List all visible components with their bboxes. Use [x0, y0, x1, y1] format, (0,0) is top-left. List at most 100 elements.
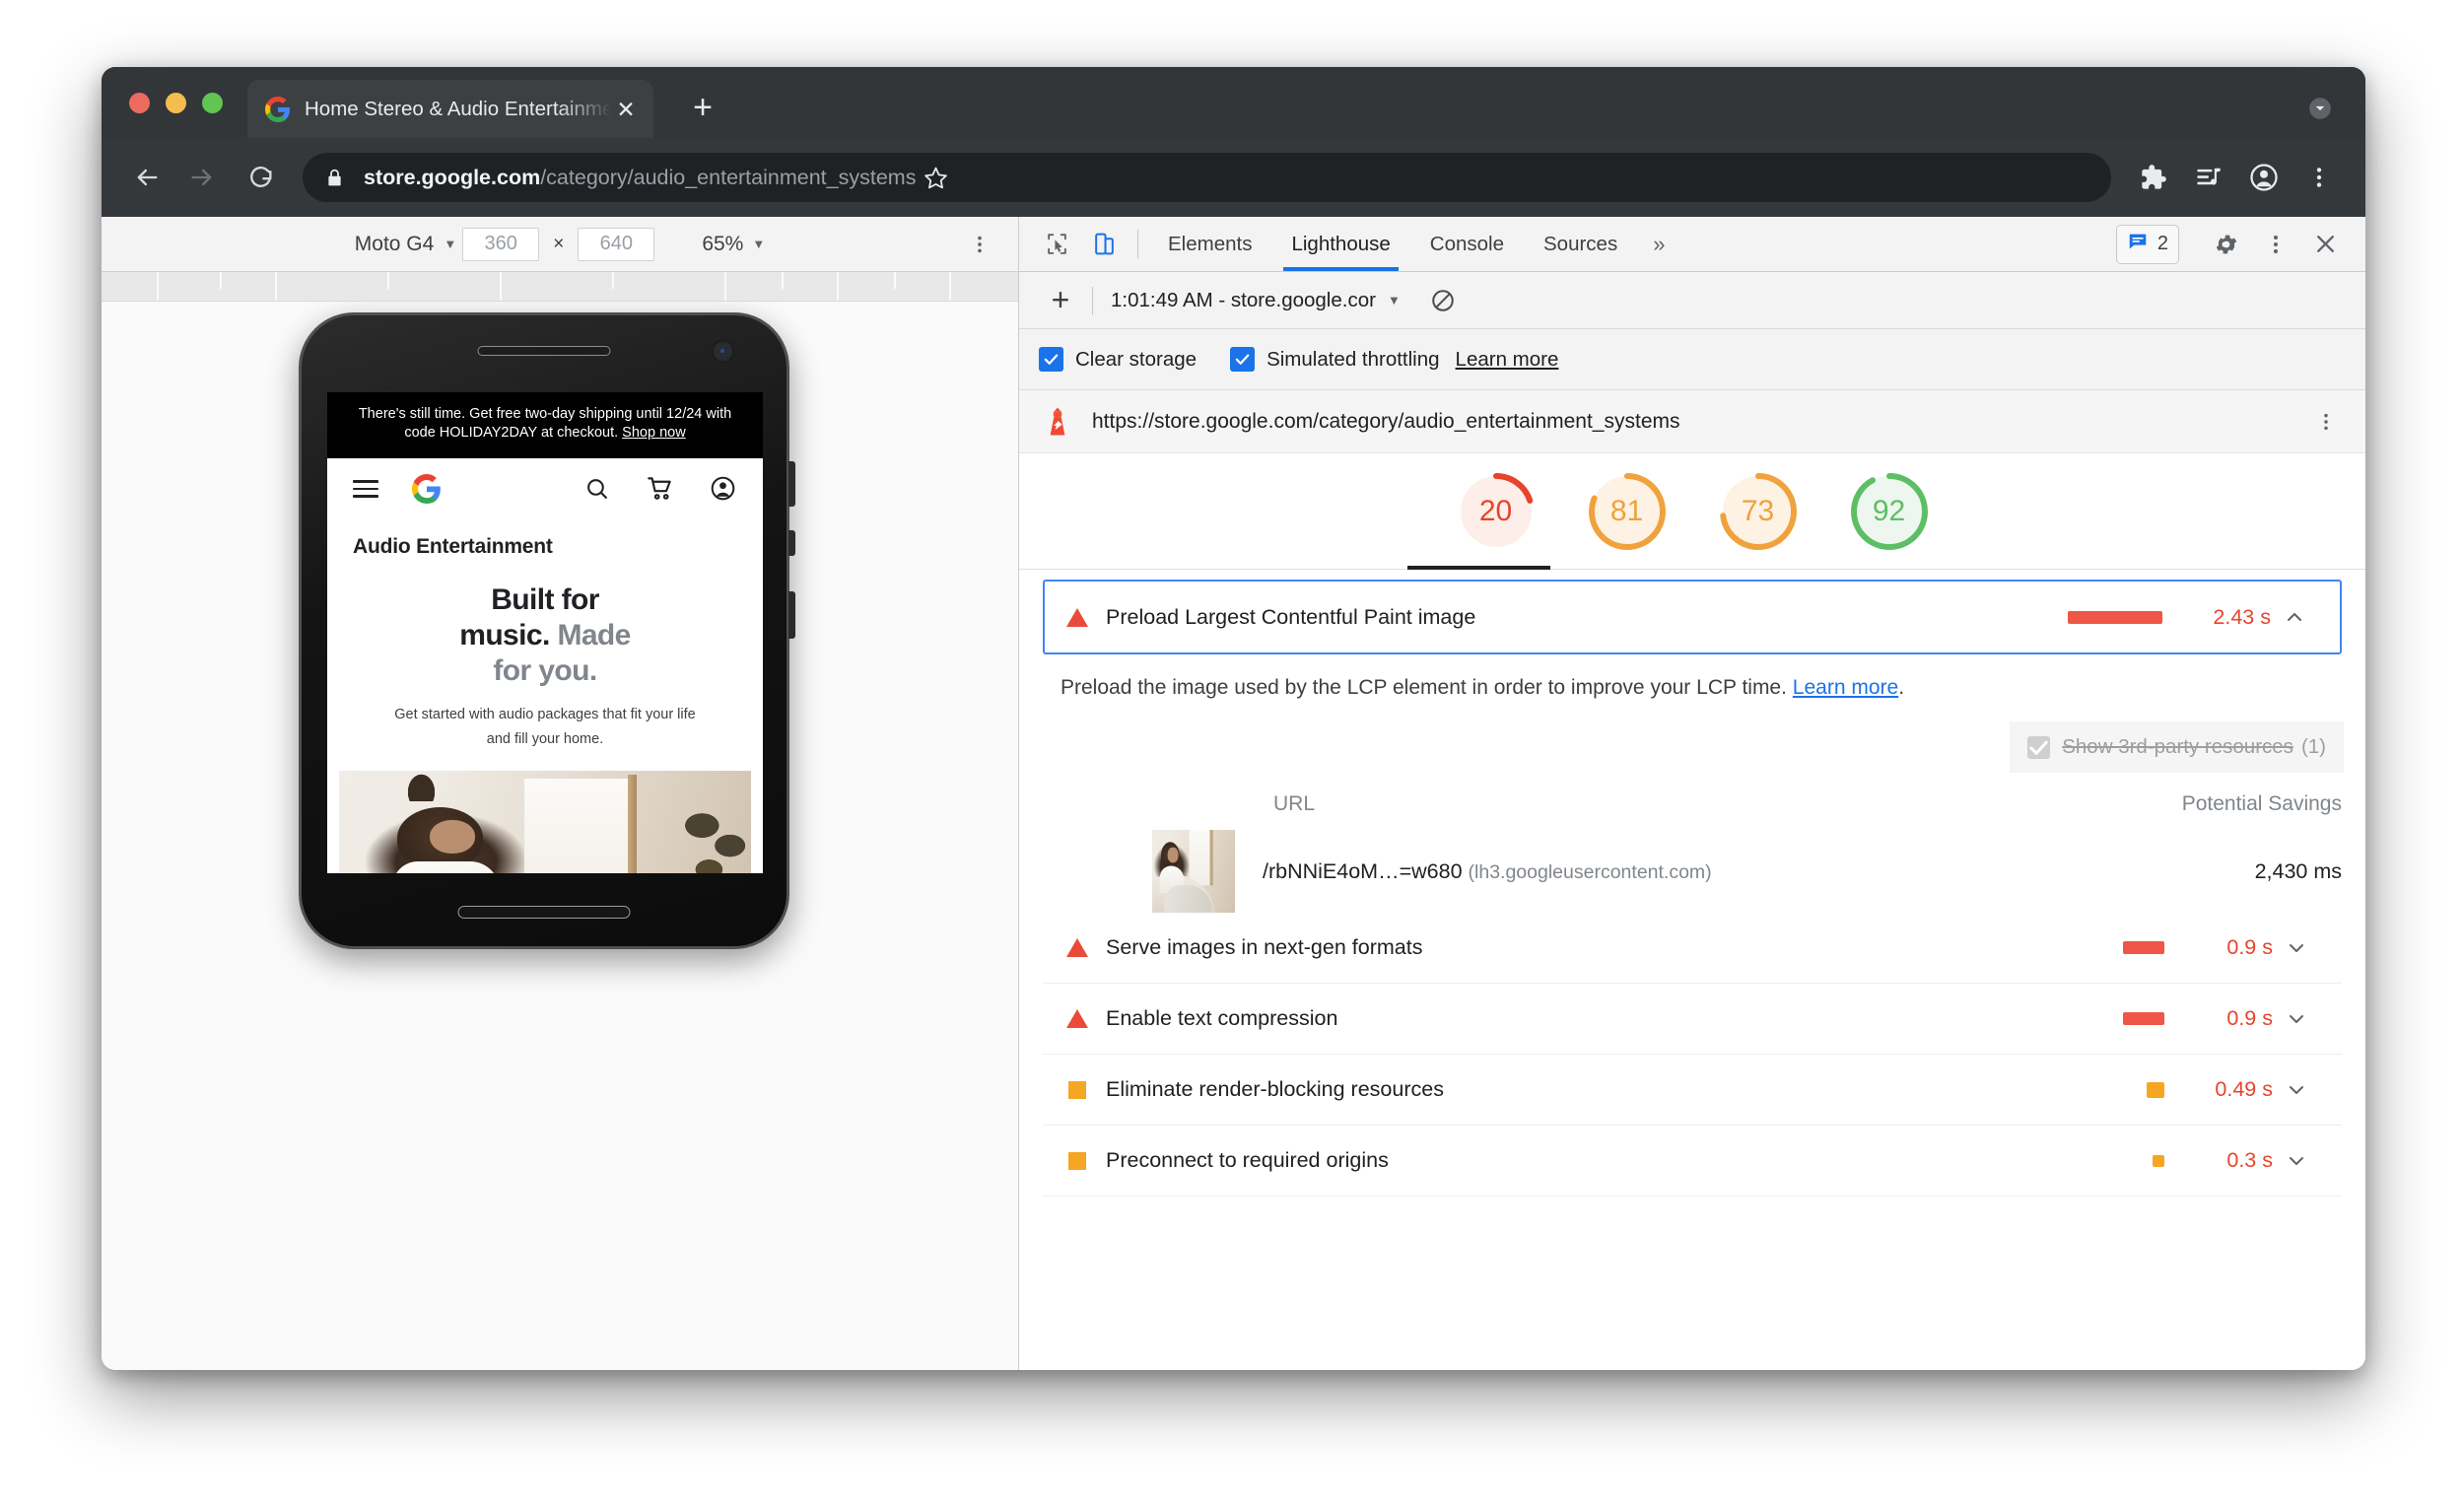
resource-url: /rbNNiE4oM…=w680 (lh3.googleusercontent.…: [1263, 859, 1712, 884]
clear-storage-checkbox[interactable]: [1039, 347, 1063, 372]
back-arrow-icon[interactable]: [125, 156, 169, 199]
audit-row[interactable]: Preconnect to required origins 0.3 s: [1043, 1126, 2342, 1197]
media-control-icon[interactable]: [2186, 155, 2231, 200]
audit-row-header[interactable]: Preload Largest Contentful Paint image 2…: [1045, 582, 2340, 652]
bookmark-star-icon[interactable]: [916, 166, 955, 190]
hero-subtext: Get started with audio packages that fit…: [394, 706, 696, 748]
audit-description-text: Preload the image used by the LCP elemen…: [1061, 676, 1793, 699]
gear-icon[interactable]: [2204, 222, 2249, 267]
audit-run-label: 1:01:49 AM - store.google.cor: [1111, 288, 1376, 311]
device-name: Moto G4: [354, 232, 435, 255]
clear-storage-option[interactable]: Clear storage: [1039, 347, 1197, 372]
promo-shop-now-link[interactable]: Shop now: [622, 425, 686, 441]
chevron-down-icon[interactable]: [2273, 1007, 2320, 1031]
hero-line-3: for you.: [493, 653, 597, 687]
maximize-window-button[interactable]: [202, 93, 223, 113]
hero-heading: Built for music. Made for you.: [327, 565, 763, 689]
chevron-down-icon[interactable]: [2273, 1078, 2320, 1102]
column-header-savings: Potential Savings: [2181, 792, 2342, 815]
reload-icon[interactable]: [240, 156, 283, 199]
forward-arrow-icon[interactable]: [180, 156, 224, 199]
clear-all-icon[interactable]: [1420, 278, 1466, 323]
tab-sources[interactable]: Sources: [1524, 217, 1637, 271]
close-tab-icon[interactable]: ✕: [612, 96, 640, 123]
simulated-throttling-checkbox[interactable]: [1230, 347, 1256, 372]
audit-list: Preload Largest Contentful Paint image 2…: [1019, 570, 2365, 1370]
score-gauge-accessibility[interactable]: 81: [1584, 468, 1671, 555]
more-vertical-icon[interactable]: [2253, 222, 2298, 267]
hero-line-2-strong: music.: [459, 618, 558, 651]
audit-impact-bar: [1987, 1081, 2164, 1098]
simulated-throttling-option[interactable]: Simulated throttling: [1230, 347, 1440, 372]
audit-metric: 0.3 s: [2226, 1148, 2273, 1172]
new-tab-button[interactable]: +: [683, 89, 722, 128]
profile-avatar-icon[interactable]: [2241, 155, 2287, 200]
audit-impact-bar: [1987, 1012, 2164, 1025]
table-row[interactable]: /rbNNiE4oM…=w680 (lh3.googleusercontent.…: [1019, 830, 2365, 913]
audit-row[interactable]: Enable text compression 0.9 s: [1043, 984, 2342, 1055]
third-party-toggle[interactable]: Show 3rd-party resources (1): [2010, 721, 2344, 773]
address-bar[interactable]: store.google.com/category/audio_entertai…: [303, 153, 2111, 202]
viewport-width-input[interactable]: 360: [462, 227, 540, 261]
close-icon[interactable]: [2302, 222, 2348, 267]
chevron-down-icon[interactable]: [2273, 1149, 2320, 1173]
audit-description: Preload the image used by the LCP elemen…: [1019, 654, 2365, 706]
score-gauge-performance[interactable]: 20: [1453, 468, 1540, 555]
shopping-cart-icon[interactable]: [645, 474, 674, 504]
chrome-menu-icon[interactable]: [2296, 155, 2342, 200]
browser-tab[interactable]: Home Stereo & Audio Entertainment ✕: [247, 80, 653, 138]
third-party-checkbox[interactable]: [2027, 735, 2051, 759]
account-circle-icon[interactable]: [708, 474, 737, 504]
device-emulation-pane: Moto G4 ▼ 360 × 640 65% ▼ There's still …: [102, 217, 1019, 1370]
inspect-element-icon[interactable]: [1033, 217, 1080, 271]
device-toolbar-icon[interactable]: [1080, 217, 1128, 271]
address-bar-url: store.google.com/category/audio_entertai…: [364, 166, 916, 190]
hero-line-2-dim: Made: [557, 618, 631, 651]
third-party-count: (1): [2300, 735, 2326, 758]
zoom-selector[interactable]: 65% ▼: [702, 233, 765, 256]
severity-average-icon: [1062, 1151, 1092, 1170]
issues-button[interactable]: 2: [2115, 224, 2179, 264]
emulated-viewport: There's still time. Get free two-day shi…: [102, 302, 1018, 1370]
severity-fail-icon: [1062, 938, 1092, 957]
audit-metric: 2.43 s: [2213, 604, 2271, 629]
audit-title: Preconnect to required origins: [1106, 1148, 1389, 1172]
close-window-button[interactable]: [129, 93, 150, 113]
search-icon[interactable]: [582, 474, 611, 504]
audit-run-selector[interactable]: 1:01:49 AM - store.google.cor ▼: [1111, 289, 1401, 312]
resource-savings: 2,430 ms: [2254, 858, 2342, 883]
chevron-up-icon[interactable]: [2271, 605, 2318, 629]
audit-row[interactable]: Eliminate render-blocking resources 0.49…: [1043, 1055, 2342, 1126]
tab-search-icon[interactable]: [2300, 89, 2340, 128]
hamburger-menu-icon[interactable]: [353, 475, 378, 503]
expanded-audit[interactable]: Preload Largest Contentful Paint image 2…: [1043, 580, 2342, 654]
viewport-height-input[interactable]: 640: [578, 227, 655, 261]
score-value: 81: [1609, 494, 1644, 527]
minimize-window-button[interactable]: [166, 93, 186, 113]
tab-elements[interactable]: Elements: [1148, 217, 1271, 271]
more-tabs-icon[interactable]: »: [1637, 217, 1680, 271]
new-audit-button[interactable]: +: [1039, 279, 1082, 322]
tab-console[interactable]: Console: [1410, 217, 1524, 271]
audit-title: Serve images in next-gen formats: [1106, 935, 1423, 959]
severity-fail-icon: [1062, 607, 1092, 627]
device-toolbar-menu-icon[interactable]: [963, 228, 996, 261]
audit-learn-more-link[interactable]: Learn more: [1793, 676, 1898, 699]
devtools-panel: Elements Lighthouse Console Sources » 2: [1019, 217, 2365, 1370]
tab-title: Home Stereo & Audio Entertainment: [305, 97, 612, 120]
report-menu-icon[interactable]: [2306, 402, 2346, 442]
audit-row[interactable]: Serve images in next-gen formats 0.9 s: [1043, 913, 2342, 984]
extensions-puzzle-icon[interactable]: [2131, 155, 2176, 200]
audit-table-header: URL Potential Savings: [1019, 773, 2365, 830]
dimension-separator: ×: [553, 233, 565, 254]
score-gauge-seo[interactable]: 92: [1846, 468, 1933, 555]
tab-lighthouse[interactable]: Lighthouse: [1271, 217, 1409, 271]
chevron-down-icon[interactable]: [2273, 936, 2320, 960]
promo-banner: There's still time. Get free two-day shi…: [327, 392, 763, 458]
device-selector[interactable]: Moto G4 ▼: [355, 233, 456, 256]
severity-fail-icon: [1062, 1009, 1092, 1028]
lighthouse-toolbar: + 1:01:49 AM - store.google.cor ▼: [1019, 272, 2365, 329]
google-logo-icon[interactable]: [412, 473, 442, 504]
throttling-learn-more-link[interactable]: Learn more: [1456, 348, 1559, 372]
score-gauge-best-practices[interactable]: 73: [1715, 468, 1802, 555]
